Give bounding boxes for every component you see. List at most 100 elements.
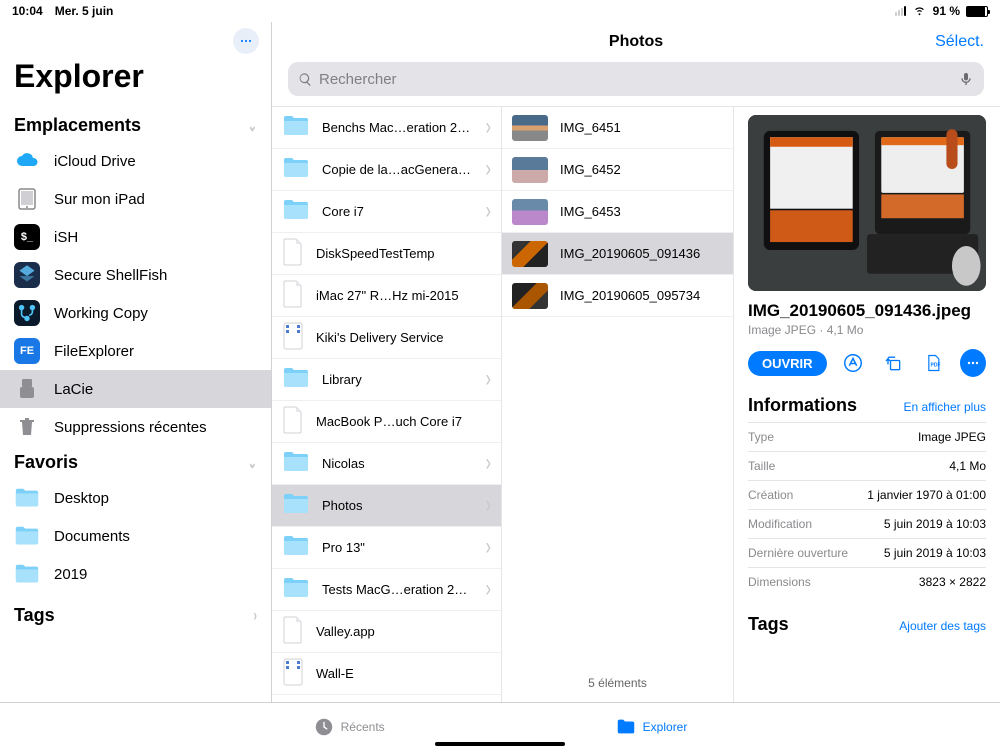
item-label: MacBook P…uch Core i7 (316, 414, 462, 429)
show-more-link[interactable]: En afficher plus (904, 400, 987, 414)
mic-icon[interactable] (958, 71, 974, 87)
column-2[interactable]: IMG_6451 IMG_6452 IMG_6453 IMG_20190605_091… (502, 107, 734, 702)
info-row: Création1 janvier 1970 à 01:00 (748, 480, 986, 509)
item-label: iMac 27" R…Hz mi-2015 (316, 288, 459, 303)
search-input[interactable] (319, 71, 952, 88)
sidebar-item-fileexplorer[interactable]: FE FileExplorer (0, 332, 271, 370)
rotate-icon[interactable] (880, 349, 906, 377)
info-value: 1 janvier 1970 à 01:00 (867, 488, 986, 502)
info-value: 3823 × 2822 (919, 575, 986, 589)
list-item[interactable]: IMG_6453 (502, 191, 733, 233)
list-item[interactable]: Nicolas› (272, 443, 501, 485)
open-button[interactable]: OUVRIR (748, 351, 827, 376)
pdf-icon[interactable]: PDF (920, 349, 946, 377)
list-item[interactable]: Benchs Mac…eration 2011 › (272, 107, 501, 149)
sidebar-item-label: LaCie (54, 381, 93, 398)
sidebar-item-label: iSH (54, 229, 78, 246)
sidebar-more-button[interactable] (233, 28, 259, 54)
sidebar-item-lacie[interactable]: LaCie (0, 370, 271, 408)
cloud-icon (14, 148, 40, 174)
list-item[interactable]: Tests MacG…eration 2014› (272, 569, 501, 611)
sidebar-title: Explorer (0, 28, 271, 109)
list-item[interactable]: IMG_6452 (502, 149, 733, 191)
info-value: 5 juin 2019 à 10:03 (884, 517, 986, 531)
list-item[interactable]: Photos› (272, 485, 501, 527)
list-item[interactable]: IMG_6451 (502, 107, 733, 149)
list-item[interactable]: Library› (272, 359, 501, 401)
status-bar: 10:04 Mer. 5 juin 91 % (0, 0, 1000, 22)
video-icon (282, 658, 304, 689)
info-key: Type (748, 430, 774, 444)
info-value: Image JPEG (918, 430, 986, 444)
folder-icon (615, 716, 637, 738)
battery-pct: 91 % (933, 4, 960, 18)
info-row: Modification5 juin 2019 à 10:03 (748, 509, 986, 538)
list-item[interactable]: Kiki's Delivery Service (272, 317, 501, 359)
file-title: IMG_20190605_091436.jpeg (748, 301, 986, 321)
list-item[interactable]: iMac 27" R…Hz mi-2015 (272, 275, 501, 317)
fe-icon: FE (14, 338, 40, 364)
sidebar-fav-desktop[interactable]: Desktop (0, 479, 271, 517)
more-actions-icon[interactable] (960, 349, 986, 377)
item-label: Nicolas (322, 456, 365, 471)
list-item[interactable]: Pro 13"› (272, 527, 501, 569)
folder-icon (282, 157, 310, 182)
sidebar-item-label: 2019 (54, 566, 87, 583)
list-item[interactable]: Valley.app (272, 611, 501, 653)
sidebar-fav-2019[interactable]: 2019 (0, 555, 271, 593)
favorites-header[interactable]: Favoris ⌄ (0, 446, 271, 479)
sidebar-item-sur-mon-ipad[interactable]: Sur mon iPad (0, 180, 271, 218)
add-tags-link[interactable]: Ajouter des tags (899, 619, 986, 633)
item-label: IMG_6453 (560, 204, 621, 219)
home-indicator[interactable] (435, 742, 565, 746)
folder-icon (282, 493, 310, 518)
sidebar-item-label: Secure ShellFish (54, 267, 167, 284)
sidebar-item-secure-shellfish[interactable]: Secure ShellFish (0, 256, 271, 294)
sidebar-fav-documents[interactable]: Documents (0, 517, 271, 555)
info-row: Type Image JPEG (748, 422, 986, 451)
markup-icon[interactable] (841, 349, 867, 377)
list-item[interactable]: DiskSpeedTestTemp (272, 233, 501, 275)
search-bar[interactable] (288, 62, 984, 96)
tab-browse[interactable]: Explorer (615, 716, 688, 738)
chevron-right-icon: › (486, 156, 491, 183)
chevron-right-icon: › (486, 114, 491, 141)
item-label: Benchs Mac…eration 2011 (322, 120, 474, 135)
sidebar-item-icloud-drive[interactable]: iCloud Drive (0, 142, 271, 180)
sidebar-item-label: Suppressions récentes (54, 419, 207, 436)
sidebar-item-working-copy[interactable]: Working Copy (0, 294, 271, 332)
detail-pane: IMG_20190605_091436.jpeg Image JPEG · 4,… (734, 107, 1000, 702)
chevron-right-icon: › (486, 534, 491, 561)
thumbnail (512, 115, 548, 141)
file-icon (282, 280, 304, 311)
tab-recents[interactable]: Récents (313, 716, 385, 738)
file-subtitle: Image JPEG · 4,1 Mo (748, 323, 986, 337)
folder-icon (14, 561, 40, 587)
status-date: Mer. 5 juin (55, 4, 114, 18)
info-key: Dernière ouverture (748, 546, 848, 560)
thumbnail (512, 283, 548, 309)
select-button[interactable]: Sélect. (924, 33, 984, 51)
list-item[interactable]: MacBook P…uch Core i7 (272, 401, 501, 443)
item-label: IMG_6452 (560, 162, 621, 177)
list-item[interactable]: Copie de la…acGeneration › (272, 149, 501, 191)
item-label: Copie de la…acGeneration (322, 162, 474, 177)
sidebar-item-ish[interactable]: $_iSH (0, 218, 271, 256)
sidebar-item-label: iCloud Drive (54, 153, 136, 170)
list-item[interactable]: IMG_20190605_095734 (502, 275, 733, 317)
column-1[interactable]: Benchs Mac…eration 2011›Copie de la…acGe… (272, 107, 502, 702)
item-label: Wall-E (316, 666, 354, 681)
preview-image[interactable] (748, 115, 986, 291)
info-row: Dernière ouverture5 juin 2019 à 10:03 (748, 538, 986, 567)
item-label: Kiki's Delivery Service (316, 330, 443, 345)
sidebar-item-suppressions-r-centes[interactable]: Suppressions récentes (0, 408, 271, 446)
tags-header[interactable]: Tags › (0, 599, 271, 632)
item-label: Valley.app (316, 624, 375, 639)
list-item[interactable]: Wall-E (272, 653, 501, 695)
list-item[interactable]: IMG_20190605_091436 (502, 233, 733, 275)
list-item[interactable]: Core i7› (272, 191, 501, 233)
sidebar-item-label: FileExplorer (54, 343, 134, 360)
locations-header[interactable]: Emplacements ⌄ (0, 109, 271, 142)
folder-icon (282, 367, 310, 392)
svg-text:PDF: PDF (931, 363, 941, 369)
